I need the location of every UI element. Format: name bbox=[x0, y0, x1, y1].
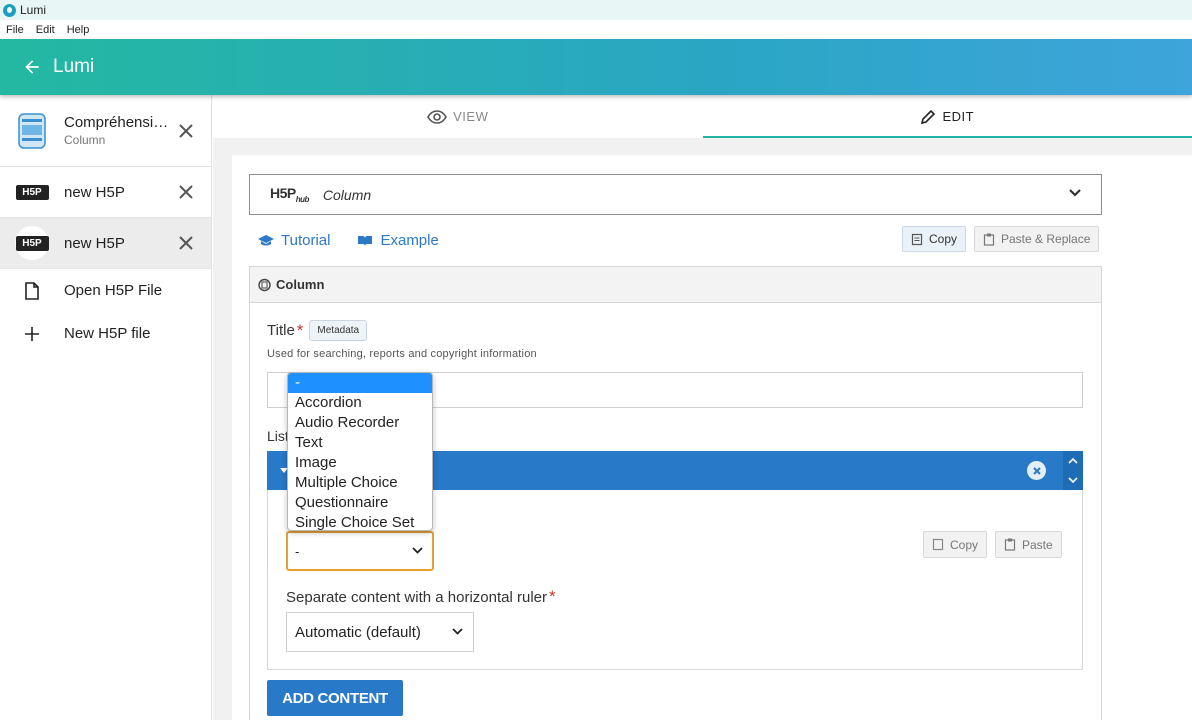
sidebar-item-title: new H5P bbox=[64, 183, 125, 201]
close-icon[interactable] bbox=[179, 236, 193, 250]
app-title: Lumi bbox=[53, 56, 95, 77]
title-field-description: Used for searching, reports and copyrigh… bbox=[267, 348, 537, 360]
copy-icon bbox=[911, 233, 923, 245]
separator-field-label: Separate content with a horizontal ruler… bbox=[286, 587, 556, 606]
library-select[interactable]: - bbox=[286, 531, 434, 571]
column-group-header[interactable]: Column bbox=[250, 267, 1101, 303]
list-label: List bbox=[267, 428, 289, 444]
content-type-hub[interactable]: H5Phub Column bbox=[249, 174, 1102, 215]
tab-view[interactable]: VIEW bbox=[213, 95, 703, 138]
dropdown-option[interactable]: Multiple Choice bbox=[288, 473, 432, 493]
title-field-label: Title * Metadata bbox=[267, 320, 368, 341]
move-up-icon[interactable] bbox=[1068, 457, 1078, 464]
dropdown-option[interactable]: Questionnaire bbox=[288, 493, 432, 513]
sidebar-item-comprehension[interactable]: Compréhensi… Column bbox=[0, 95, 211, 167]
view-edit-tabs: VIEW EDIT bbox=[213, 95, 1192, 138]
app-header: Lumi bbox=[0, 39, 1192, 95]
open-h5p-file-label: Open H5P File bbox=[64, 282, 163, 299]
sidebar-item-title: Compréhensi… bbox=[64, 114, 169, 131]
window-titlebar: Lumi bbox=[0, 0, 1192, 20]
sidebar-item-title: new H5P bbox=[64, 234, 125, 252]
window-title: Lumi bbox=[20, 3, 47, 17]
paste-item-button[interactable]: Paste bbox=[995, 531, 1062, 558]
copy-icon bbox=[932, 538, 944, 551]
column-icon bbox=[258, 278, 271, 291]
file-icon bbox=[15, 281, 49, 300]
open-h5p-file-button[interactable]: Open H5P File bbox=[0, 269, 211, 312]
sidebar-item-new-h5p[interactable]: H5P new H5P bbox=[0, 167, 211, 218]
example-link[interactable]: Example bbox=[357, 232, 439, 249]
eye-icon bbox=[427, 109, 448, 124]
tab-edit-label: EDIT bbox=[942, 109, 975, 124]
help-links: Tutorial Example bbox=[258, 232, 466, 249]
menu-help[interactable]: Help bbox=[61, 24, 96, 36]
close-icon[interactable] bbox=[179, 185, 193, 199]
dropdown-option[interactable]: Audio Recorder bbox=[288, 413, 432, 433]
tutorial-link[interactable]: Tutorial bbox=[258, 232, 330, 249]
remove-item-icon[interactable] bbox=[1027, 461, 1046, 480]
chevron-down-icon bbox=[412, 547, 423, 554]
content-thumbnail-icon bbox=[15, 112, 49, 149]
separator-select[interactable]: Automatic (default) bbox=[286, 612, 474, 652]
copy-item-button[interactable]: Copy bbox=[923, 531, 988, 558]
h5p-logo-icon: H5P bbox=[15, 184, 49, 200]
clipboard-icon bbox=[983, 233, 995, 246]
move-down-icon[interactable] bbox=[1068, 477, 1078, 484]
sidebar: Compréhensi… Column H5P new H5P H5P new … bbox=[0, 95, 212, 720]
paste-replace-button[interactable]: Paste & Replace bbox=[974, 226, 1100, 252]
tab-edit[interactable]: EDIT bbox=[702, 95, 1192, 138]
dropdown-option[interactable]: Accordion bbox=[288, 393, 432, 413]
h5p-hub-logo: H5Phub bbox=[270, 185, 309, 204]
dropdown-option[interactable]: Single Choice Set bbox=[288, 513, 432, 530]
dropdown-option[interactable]: - bbox=[288, 373, 432, 393]
h5p-logo-icon: H5P bbox=[15, 235, 49, 251]
menu-file[interactable]: File bbox=[0, 24, 30, 36]
chevron-down-icon bbox=[452, 628, 463, 635]
metadata-button[interactable]: Metadata bbox=[309, 320, 368, 341]
chevron-down-icon[interactable] bbox=[1069, 188, 1081, 198]
add-content-button[interactable]: ADD CONTENT bbox=[267, 680, 403, 716]
library-dropdown-list: - Accordion Audio Recorder Text Image Mu… bbox=[287, 372, 433, 531]
graduation-cap-icon bbox=[258, 235, 274, 246]
hub-content-type: Column bbox=[322, 186, 372, 203]
pencil-icon bbox=[921, 109, 936, 124]
tab-view-label: VIEW bbox=[453, 109, 489, 124]
new-h5p-file-label: New H5P file bbox=[64, 325, 151, 342]
lumi-app-icon bbox=[3, 3, 16, 17]
new-h5p-file-button[interactable]: New H5P file bbox=[0, 312, 211, 355]
menu-edit[interactable]: Edit bbox=[30, 24, 61, 36]
back-arrow-icon[interactable] bbox=[22, 57, 42, 77]
close-icon[interactable] bbox=[179, 123, 193, 138]
clipboard-icon bbox=[1004, 538, 1016, 551]
reorder-controls bbox=[1063, 451, 1083, 490]
dropdown-option[interactable]: Text bbox=[288, 433, 432, 453]
menu-bar: File Edit Help bbox=[0, 20, 1192, 39]
copy-button[interactable]: Copy bbox=[902, 226, 967, 252]
dropdown-option[interactable]: Image bbox=[288, 453, 432, 473]
sidebar-item-new-h5p-active[interactable]: H5P new H5P bbox=[0, 218, 211, 269]
book-icon bbox=[358, 236, 373, 246]
plus-icon bbox=[15, 326, 49, 341]
